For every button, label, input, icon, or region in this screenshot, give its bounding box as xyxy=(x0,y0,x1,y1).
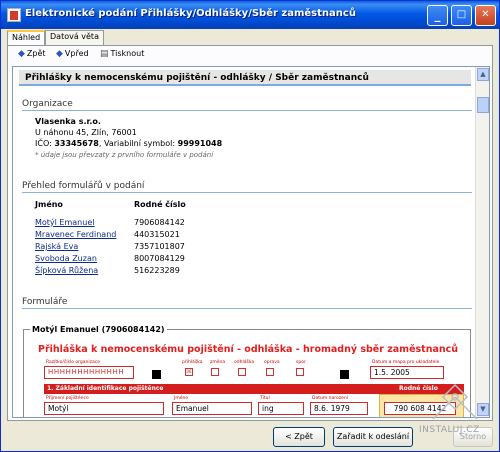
document: Přihlášky k nemocenskému pojištění - odh… xyxy=(13,67,476,417)
section-prehled: Přehled formulářů v podání xyxy=(22,181,472,193)
org-note: * údaje jsou převzaty z prvního formulář… xyxy=(35,151,214,159)
title-label: Titul xyxy=(260,396,270,401)
toolbar-print-label: Tisknout xyxy=(110,49,145,58)
org-code-label: Razítko/číslo organizace xyxy=(46,360,100,365)
app-window: Elektronické podání Přihlášky/Odhlášky/S… xyxy=(0,0,500,452)
spor-label: spor xyxy=(296,360,306,365)
odhlaska-label: odhláška xyxy=(234,360,255,365)
overview-row-birth: 516223289 xyxy=(134,266,180,275)
prihlaska-label: přihláška xyxy=(182,360,203,365)
document-header: Přihlášky k nemocenskému pojištění - odh… xyxy=(19,70,471,86)
org-address: U náhonu 45, Zlín, 76001 xyxy=(35,128,137,137)
barcode-mark xyxy=(152,370,161,379)
overview-row-birth: 8007084129 xyxy=(134,254,185,263)
tab-panel: ◆ Zpět ◆ Vpřed ▤ Tisknout Přihlášky k nemoc… xyxy=(7,45,493,421)
zmena-checkbox xyxy=(211,368,219,376)
toolbar: ◆ Zpět ◆ Vpřed ▤ Tisknout xyxy=(8,46,492,63)
tab-datova-veta[interactable]: Datová věta xyxy=(45,30,104,45)
overview-row-name[interactable]: Šípková Růžena xyxy=(35,266,98,275)
birthdate-field: 8.6. 1979 xyxy=(310,402,368,415)
col-header-name: Jméno xyxy=(35,200,63,209)
watermark-text: INSTALUJ.CZ xyxy=(419,425,480,435)
org-name: Vlasenka s.r.o. xyxy=(35,117,101,126)
barcode-mark xyxy=(340,370,349,379)
document-viewer[interactable]: Přihlášky k nemocenskému pojištění - odh… xyxy=(12,66,490,418)
arrow-left-icon: ◆ xyxy=(18,49,25,59)
overview-row-birth: 7357101807 xyxy=(134,242,185,251)
overview-row-birth: 7906084142 xyxy=(134,218,185,227)
title-bar[interactable]: Elektronické podání Přihlášky/Odhlášky/S… xyxy=(1,1,499,29)
name-field: Emanuel xyxy=(172,402,252,415)
vertical-scrollbar[interactable]: ▲ ▼ xyxy=(475,67,489,417)
close-button[interactable]: ✕ xyxy=(475,5,496,26)
varsym-label: , Variabilní symbol: xyxy=(98,139,176,148)
toolbar-forward-label: Vpřed xyxy=(64,49,89,58)
overview-row-name[interactable]: Svoboda Zuzan xyxy=(35,254,97,263)
window-title: Elektronické podání Přihlášky/Odhlášky/S… xyxy=(25,8,356,19)
org-code-field: HHHHHHHHHHHHH xyxy=(44,366,134,379)
app-icon xyxy=(7,8,21,22)
section-formulare: Formuláře xyxy=(22,297,472,309)
oprava-label: oprava xyxy=(264,360,280,365)
overview-row-name[interactable]: Motýl Emanuel xyxy=(35,218,94,227)
section-band: 1. Základní identifikace pojištěnce Rodn… xyxy=(44,384,464,394)
toolbar-back-label: Zpět xyxy=(26,49,46,58)
arrow-right-icon: ◆ xyxy=(56,49,63,59)
date-field: 1.5. 2005 xyxy=(370,366,444,379)
title-field: ing xyxy=(258,402,304,415)
org-ids: IČO: 33345678, Variabilní symbol: 999910… xyxy=(35,139,222,148)
section-band-label: 1. Základní identifikace pojištěnce xyxy=(47,385,164,392)
surname-label: Příjmení pojištěnce xyxy=(46,396,89,401)
varsym-value: 99991048 xyxy=(177,139,223,148)
toolbar-forward[interactable]: ◆ Vpřed xyxy=(56,49,89,59)
odhlaska-checkbox xyxy=(238,368,246,376)
scroll-thumb[interactable] xyxy=(477,97,489,113)
birthdate-label: Datum narození xyxy=(312,396,348,401)
surname-field: Motýl xyxy=(44,402,164,415)
back-button[interactable]: < Zpět xyxy=(273,427,325,447)
minimize-button[interactable]: _ xyxy=(427,5,448,26)
zmena-label: změna xyxy=(210,360,226,365)
printer-icon: ▤ xyxy=(100,49,109,59)
oprava-checkbox xyxy=(266,368,274,376)
toolbar-back[interactable]: ◆ Zpět xyxy=(18,49,46,59)
form-preview: Motýl Emanuel (7906084142) Přihláška k n… xyxy=(23,325,471,417)
maximize-button[interactable]: □ xyxy=(451,5,472,26)
submit-button[interactable]: Zařadit k odeslání xyxy=(333,427,413,447)
section-organizace: Organizace xyxy=(22,99,472,111)
toolbar-print[interactable]: ▤ Tisknout xyxy=(100,49,144,59)
ico-label: IČO: xyxy=(35,139,52,148)
overview-row-name[interactable]: Mravenec Ferdinand xyxy=(35,230,116,239)
spor-checkbox xyxy=(296,368,304,376)
scroll-up-icon[interactable]: ▲ xyxy=(477,68,489,81)
name-label: Jméno xyxy=(174,396,189,401)
date-label: Datum a mapa pro ukladatele xyxy=(372,360,440,365)
ico-value: 33345678 xyxy=(54,139,99,148)
overview-row-name[interactable]: Rajská Eva xyxy=(35,242,78,251)
prihlaska-checkbox: ☒ xyxy=(185,368,193,376)
col-header-birth: Rodné číslo xyxy=(134,200,186,209)
form-preview-title: Motýl Emanuel (7906084142) xyxy=(30,325,167,334)
overview-row-birth: 440315021 xyxy=(134,230,180,239)
form-title: Přihláška k nemocenskému pojištění - odh… xyxy=(38,344,459,355)
